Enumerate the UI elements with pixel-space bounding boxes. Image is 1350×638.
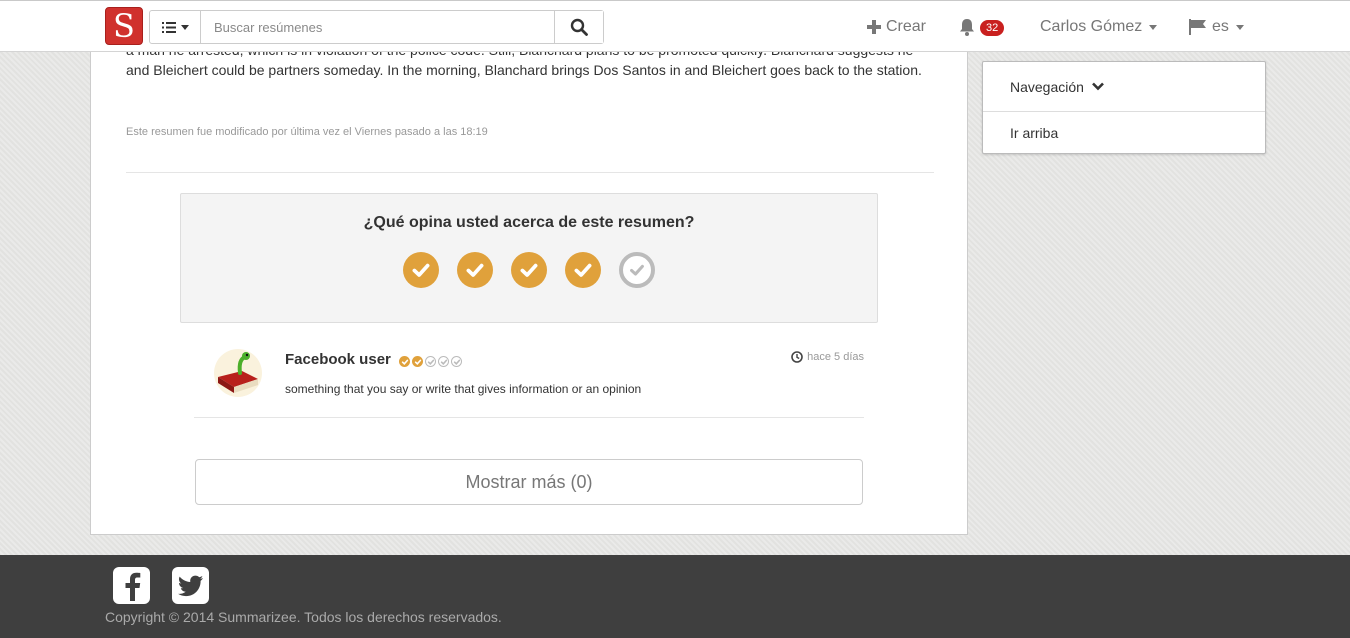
chevron-down-icon (180, 24, 189, 30)
notifications-badge: 32 (980, 20, 1005, 36)
rating-check-4[interactable] (565, 252, 601, 288)
copyright-text: Copyright © 2014 Summarizee. Todos los d… (105, 609, 502, 625)
search-group (149, 10, 604, 44)
sidebar-panel: Navegación Ir arriba (982, 61, 1266, 154)
chevron-down-icon (1235, 24, 1244, 30)
user-menu[interactable]: Carlos Gómez (1040, 1, 1158, 53)
comment-item: Facebook user hace 5 días something that… (194, 343, 864, 418)
check-icon (574, 263, 592, 277)
sidebar-item-top[interactable]: Ir arriba (983, 111, 1265, 153)
create-button[interactable]: Crear (867, 1, 926, 53)
bell-icon (960, 19, 974, 36)
plus-icon (867, 20, 881, 34)
rating-check-2[interactable] (457, 252, 493, 288)
mini-check-icon (438, 356, 449, 367)
search-button[interactable] (554, 11, 603, 43)
footer: Copyright © 2014 Summarizee. Todos los d… (0, 555, 1350, 638)
list-menu-button[interactable] (150, 11, 201, 43)
rating-check-3[interactable] (511, 252, 547, 288)
rating-control (181, 252, 877, 288)
comment-rating (399, 356, 462, 367)
divider (126, 172, 934, 173)
create-label: Crear (886, 18, 927, 35)
check-icon (630, 264, 644, 276)
twitter-icon (177, 575, 203, 596)
twitter-button[interactable] (172, 567, 209, 604)
language-menu[interactable]: es (1189, 1, 1244, 53)
mini-check-icon (451, 356, 462, 367)
mini-check-icon (425, 356, 436, 367)
chevron-down-icon (1149, 24, 1158, 30)
comment-author[interactable]: Facebook user (285, 351, 391, 368)
rating-box: ¿Qué opina usted acerca de este resumen? (180, 193, 878, 323)
avatar (214, 349, 262, 397)
rating-check-5[interactable] (619, 252, 655, 288)
comment-text: something that you say or write that giv… (285, 382, 642, 396)
logo[interactable]: S (105, 7, 143, 45)
search-icon (570, 18, 588, 36)
check-icon (466, 263, 484, 277)
search-input[interactable] (201, 11, 554, 43)
sidebar-item-label: Ir arriba (1010, 124, 1059, 141)
facebook-icon (125, 572, 140, 601)
rating-check-1[interactable] (403, 252, 439, 288)
chevron-down-icon (1092, 82, 1104, 91)
comment-time: hace 5 días (791, 351, 864, 363)
comment-time-label: hace 5 días (807, 351, 864, 363)
language-label: es (1212, 18, 1229, 35)
rating-question: ¿Qué opina usted acerca de este resumen? (363, 214, 695, 231)
user-name: Carlos Gómez (1040, 18, 1143, 35)
facebook-button[interactable] (113, 567, 150, 604)
check-icon (412, 263, 430, 277)
check-icon (520, 263, 538, 277)
summary-panel: a man he arrested, which is in violation… (90, 30, 968, 535)
clock-icon (791, 351, 803, 363)
list-icon (161, 21, 176, 33)
mini-check-icon (399, 356, 410, 367)
flag-icon (1189, 19, 1206, 35)
notifications-button[interactable]: 32 (958, 1, 1005, 53)
sidebar-item-label: Navegación (1010, 78, 1084, 95)
modified-note: Este resumen fue modificado por última v… (126, 126, 488, 138)
top-navbar: S Crear 32 Carlos (0, 0, 1350, 52)
show-more-button[interactable]: Mostrar más (0) (195, 459, 863, 505)
mini-check-icon (412, 356, 423, 367)
sidebar-item-navigation[interactable]: Navegación (983, 62, 1265, 111)
